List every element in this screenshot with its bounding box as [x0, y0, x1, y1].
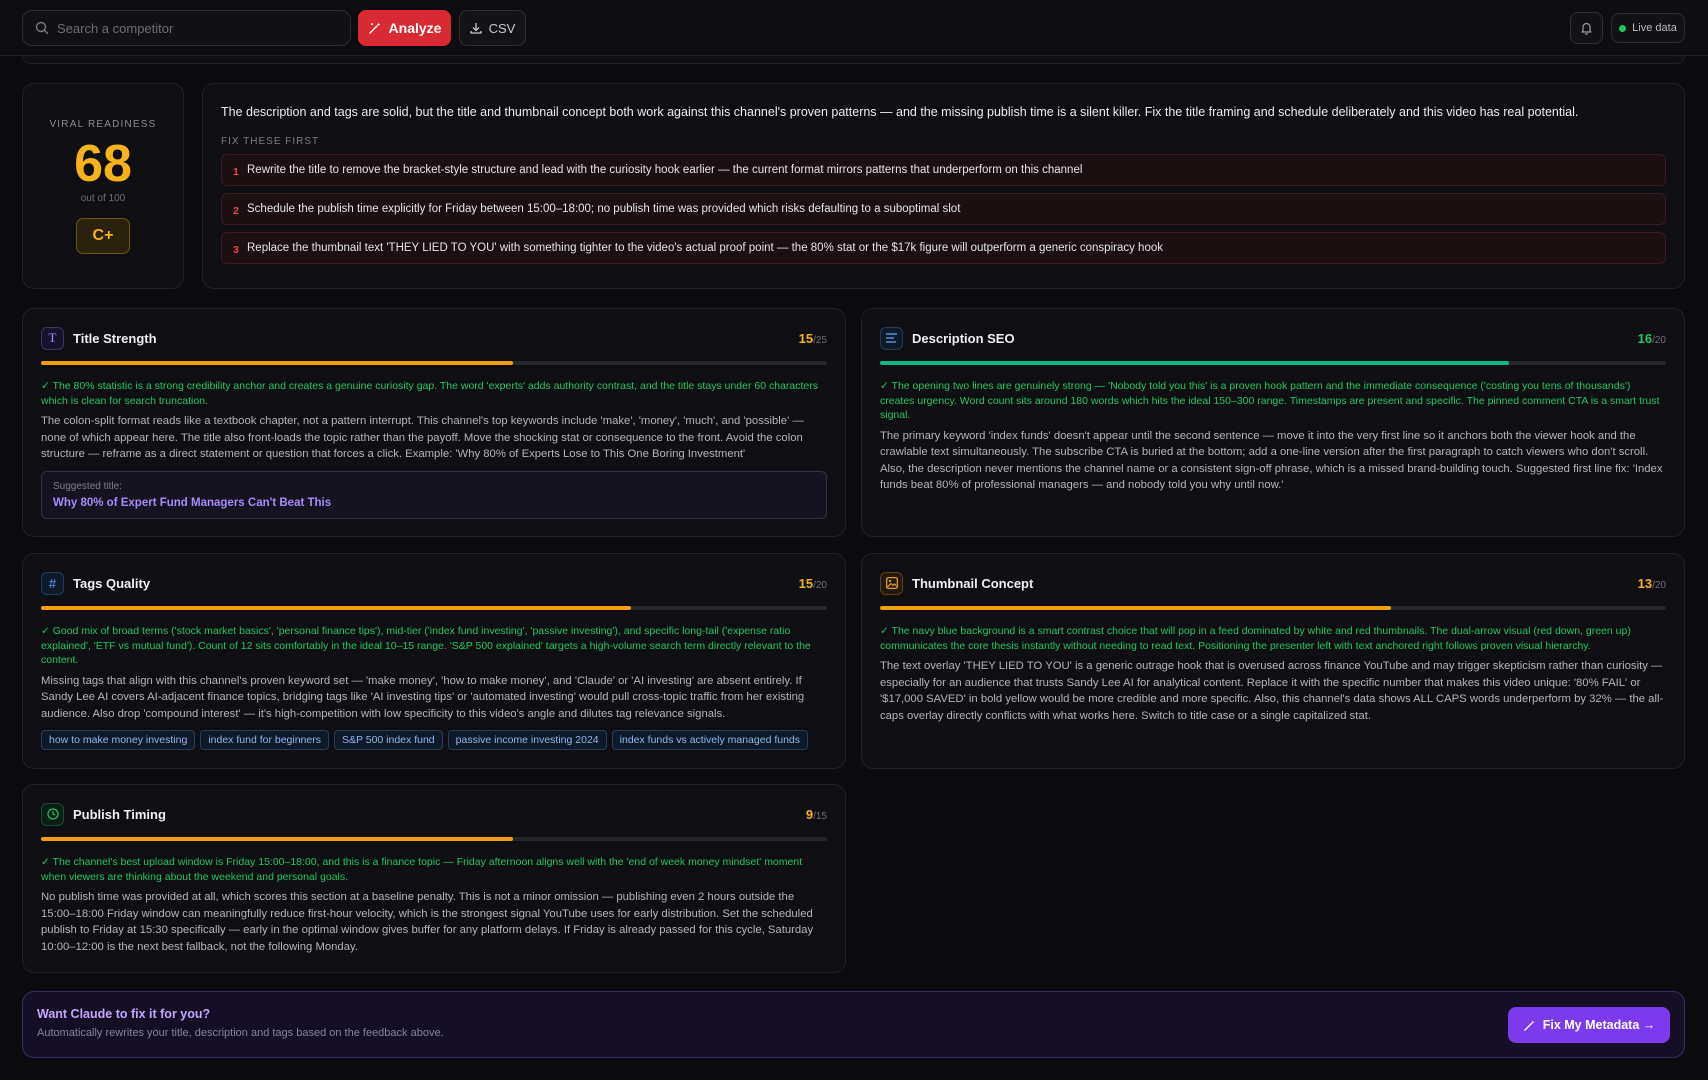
section-score: 13/20 [1638, 576, 1666, 591]
progress-fill [41, 361, 513, 365]
download-icon [469, 23, 482, 34]
clock-icon [41, 802, 64, 826]
section-title: Tags Quality [73, 575, 151, 591]
analyze-label: Analyze [388, 20, 442, 36]
type-icon: T [41, 326, 64, 350]
section-score-value: 15 [798, 330, 814, 346]
viral-readiness-card: VIRAL READINESS 68 out of 100 C+ [22, 83, 184, 289]
section-score: 15/25 [799, 331, 827, 346]
suggested-title-box: Suggested title: Why 80% of Expert Fund … [41, 470, 827, 519]
section-score-max: /20 [1652, 334, 1666, 346]
section-score: 9/15 [806, 807, 827, 822]
previous-card-edge [22, 56, 1685, 64]
align-left-icon [880, 326, 903, 350]
strength-text: ✓ The channel's best upload window is Fr… [41, 856, 803, 883]
feedback-text: The text overlay 'THEY LIED TO YOU' is a… [880, 660, 1664, 722]
tag-chip[interactable]: S&P 500 index fund [334, 730, 443, 750]
section-score-max: /20 [813, 579, 827, 591]
notifications-button[interactable] [1570, 12, 1603, 44]
fix-metadata-cta: Want Claude to fix it for you? Automatic… [22, 991, 1685, 1058]
strength-text: ✓ The navy blue background is a smart co… [880, 625, 1631, 652]
fix-my-metadata-label: Fix My Metadata → [1542, 1018, 1656, 1032]
progress-bar [41, 361, 827, 365]
feedback-text: The colon-split format reads like a text… [41, 415, 804, 460]
viral-readiness-label: VIRAL READINESS [49, 119, 157, 130]
search-icon [35, 21, 49, 35]
csv-button[interactable]: CSV [459, 10, 526, 46]
viral-readiness-score: 68 [74, 135, 132, 193]
strength-text: ✓ The 80% statistic is a strong credibil… [41, 380, 818, 407]
fix-text: Rewrite the title to remove the bracket-… [247, 164, 1083, 176]
progress-fill [41, 837, 513, 841]
strength-text: ✓ The opening two lines are genuinely st… [880, 380, 1660, 421]
fix-item: 2 Schedule the publish time explicitly f… [221, 193, 1666, 225]
section-score-value: 15 [798, 575, 814, 591]
feedback-text: Missing tags that align with this channe… [41, 674, 805, 720]
section-score-max: /15 [813, 810, 827, 822]
live-data-label: Live data [1632, 22, 1677, 34]
section-score: 15/20 [799, 576, 827, 591]
tag-chip[interactable]: passive income investing 2024 [447, 730, 607, 750]
thumbnail-concept-card: Thumbnail Concept 13/20 ✓ The navy blue … [861, 553, 1685, 769]
section-score-value: 9 [805, 806, 814, 822]
section-score-value: 13 [1637, 575, 1653, 591]
section-score: 16/20 [1638, 331, 1666, 346]
progress-bar [41, 606, 827, 610]
search-box[interactable] [22, 10, 351, 46]
section-title: Title Strength [73, 330, 157, 346]
fix-number: 1 [233, 165, 239, 178]
progress-bar [880, 606, 1666, 610]
progress-fill [41, 606, 631, 610]
suggested-title-value: Why 80% of Expert Fund Managers Can't Be… [53, 496, 332, 509]
fix-number: 2 [233, 204, 239, 217]
fix-number: 3 [233, 243, 239, 256]
progress-fill [880, 606, 1391, 610]
title-strength-card: T Title Strength 15/25 ✓ The 80% statist… [22, 308, 846, 537]
progress-bar [880, 361, 1666, 365]
section-score-max: /25 [813, 334, 827, 346]
magic-wand-icon [368, 22, 381, 34]
section-title: Publish Timing [73, 806, 166, 822]
grade-badge: C+ [76, 218, 130, 254]
progress-fill [880, 361, 1509, 365]
fix-item: 3 Replace the thumbnail text 'THEY LIED … [221, 232, 1666, 264]
cta-subtitle: Automatically rewrites your title, descr… [37, 1027, 444, 1039]
publish-timing-card: Publish Timing 9/15 ✓ The channel's best… [22, 784, 846, 973]
csv-label: CSV [488, 20, 516, 36]
section-score-max: /20 [1652, 579, 1666, 591]
summary-card: The description and tags are solid, but … [202, 83, 1685, 289]
score-out-of: out of 100 [80, 193, 126, 204]
feedback-text: The primary keyword 'index funds' doesn'… [880, 429, 1663, 492]
suggested-title-label: Suggested title: [53, 480, 122, 492]
image-icon [880, 571, 903, 595]
fix-item: 1 Rewrite the title to remove the bracke… [221, 154, 1666, 186]
magic-wand-icon [1523, 1019, 1535, 1031]
tag-chip-list: how to make money investing index fund f… [41, 730, 827, 750]
cta-title: Want Claude to fix it for you? [37, 1007, 211, 1021]
description-seo-card: Description SEO 16/20 ✓ The opening two … [861, 308, 1685, 537]
top-bar: Analyze CSV Live data [0, 0, 1708, 56]
hash-icon: # [41, 571, 64, 595]
progress-bar [41, 837, 827, 841]
live-dot-icon [1619, 24, 1627, 32]
section-score-value: 16 [1637, 330, 1653, 346]
fix-text: Replace the thumbnail text 'THEY LIED TO… [247, 242, 1163, 254]
fix-my-metadata-button[interactable]: Fix My Metadata → [1508, 1007, 1670, 1043]
section-title: Description SEO [912, 330, 1015, 346]
tag-chip[interactable]: index funds vs actively managed funds [611, 730, 809, 750]
search-input[interactable] [57, 20, 327, 36]
summary-text: The description and tags are solid, but … [221, 105, 1579, 119]
strength-text: ✓ Good mix of broad terms ('stock market… [41, 625, 811, 666]
fix-text: Schedule the publish time explicitly for… [247, 203, 961, 215]
tags-quality-card: # Tags Quality 15/20 ✓ Good mix of broad… [22, 553, 846, 769]
live-data-badge: Live data [1611, 13, 1685, 43]
bell-icon [1581, 22, 1592, 35]
tag-chip[interactable]: how to make money investing [41, 730, 196, 750]
fix-these-first-heading: FIX THESE FIRST [221, 136, 320, 147]
analyze-button[interactable]: Analyze [358, 10, 451, 46]
section-title: Thumbnail Concept [912, 575, 1034, 591]
tag-chip[interactable]: index fund for beginners [200, 730, 329, 750]
feedback-text: No publish time was provided at all, whi… [41, 891, 814, 953]
